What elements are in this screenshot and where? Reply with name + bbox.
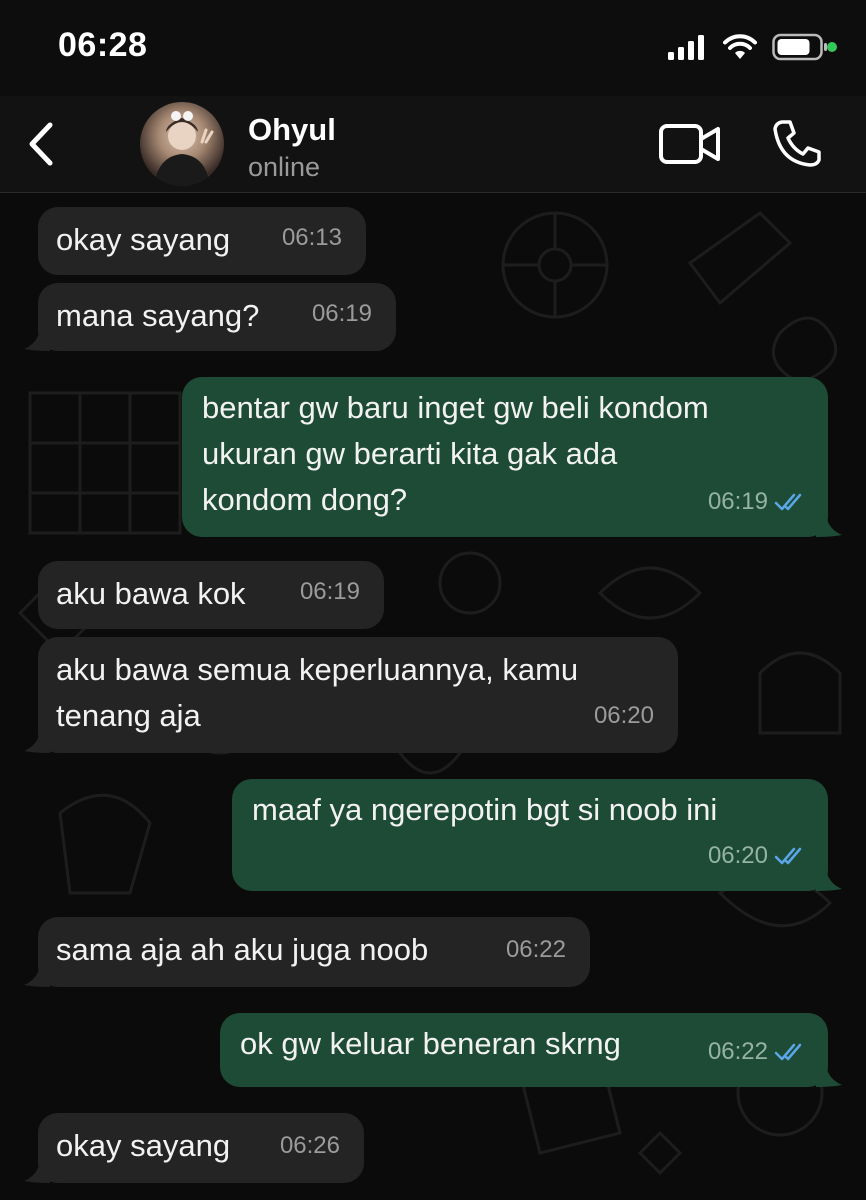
wifi-icon [723,34,757,59]
message-time: 06:22 [505,936,566,963]
cellular-signal-icon [668,35,704,60]
contact-status: online [248,152,321,182]
message-time: 06:20 [708,833,808,879]
bubble-tail [816,515,842,537]
message-incoming[interactable]: okay sayang 06:26 [38,1113,364,1183]
battery-charging-dot [827,42,837,52]
message-text: maaf ya ngerepotin bgt si noob ini [252,792,718,827]
video-camera-icon [659,124,720,164]
bubble-tail [24,965,50,987]
battery-icon [772,33,837,61]
voice-call-button[interactable] [770,118,824,168]
message-incoming[interactable]: aku bawa kok 06:19 [38,561,384,629]
status-icons [668,32,838,62]
message-time: 06:19 [299,578,360,605]
contact-avatar[interactable] [140,102,224,186]
status-time: 06:28 [58,26,148,64]
bubble-tail [24,329,50,351]
read-receipt-icon [774,1043,802,1061]
chat-header: Ohyul online [0,96,866,193]
message-outgoing[interactable]: ok gw keluar beneran skrng 06:22 [220,1013,828,1087]
read-receipt-icon [774,493,802,511]
message-incoming[interactable]: aku bawa semua keperluannya, kamu tenang… [38,637,678,753]
message-text: bentar gw baru inget gw beli kondom [202,390,709,425]
message-time: 06:13 [281,224,342,251]
contact-name[interactable]: Ohyul [248,112,336,148]
message-outgoing[interactable]: maaf ya ngerepotin bgt si noob ini 06:20 [232,779,828,891]
bubble-tail [24,1161,50,1183]
message-incoming[interactable]: sama aja ah aku juga noob 06:22 [38,917,590,987]
message-time: 06:20 [593,702,654,729]
message-text: aku bawa semua keperluannya, kamu [56,652,579,687]
message-text: tenang aja [56,698,201,733]
avatar-photo [154,111,214,186]
status-bar: 06:28 [0,0,866,96]
message-time: 06:19 [708,479,808,525]
back-button[interactable] [16,116,66,172]
message-time: 06:22 [708,1029,808,1075]
message-time: 06:26 [279,1132,340,1159]
bubble-tail [24,731,50,753]
bubble-tail [816,869,842,891]
message-text: ukuran gw berarti kita gak ada [202,436,618,471]
message-incoming[interactable]: mana sayang? 06:19 [38,283,396,351]
message-outgoing[interactable]: bentar gw baru inget gw beli kondom ukur… [182,377,828,537]
message-time: 06:19 [311,300,372,327]
video-call-button[interactable] [658,122,722,166]
chevron-left-icon [29,122,53,166]
read-receipt-icon [774,847,802,865]
bubble-tail [816,1065,842,1087]
phone-icon [773,120,821,167]
message-incoming[interactable]: okay sayang 06:13 [38,207,366,275]
chat-area[interactable]: okay sayang 06:13 mana sayang? 06:19 ben… [0,193,866,1200]
